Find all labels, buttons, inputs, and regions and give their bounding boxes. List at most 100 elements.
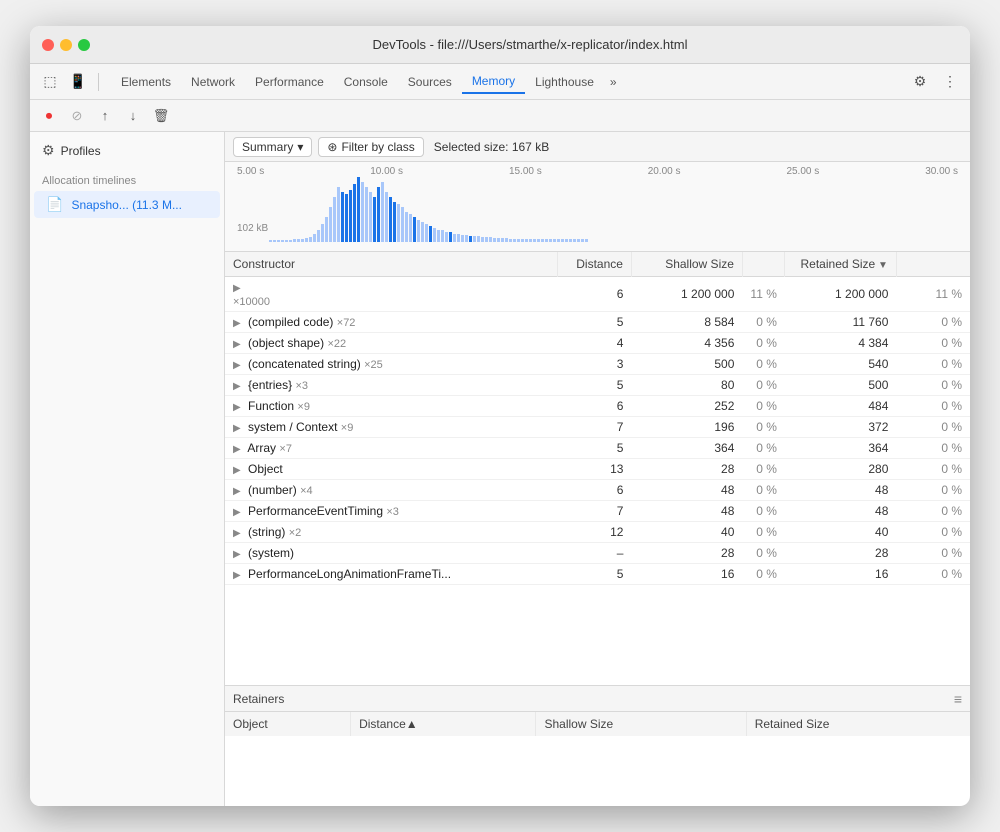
timeline-bar [529,239,532,242]
th-constructor[interactable]: Constructor [225,252,557,277]
cell-distance: 6 [557,480,631,501]
title-bar: DevTools - file:///Users/stmarthe/x-repl… [30,26,970,64]
cell-shallow-pct: 0 % [742,417,784,438]
count-badge: ×25 [364,359,383,371]
summary-dropdown[interactable]: Summary ▾ [233,137,312,157]
collect-garbage-icon[interactable]: 🗑 [150,105,172,127]
expand-arrow-icon[interactable]: ▶ [233,507,241,518]
upload-button[interactable]: ↑ [94,105,116,127]
more-tabs-button[interactable]: » [604,71,623,93]
table-row[interactable]: ▶ (system) – 28 0 % 28 0 % [225,543,970,564]
th-shallow[interactable]: Shallow Size [631,252,742,277]
expand-arrow-icon[interactable]: ▶ [233,465,241,476]
minimize-button[interactable] [60,39,72,51]
timeline-bar [313,234,316,242]
expand-arrow-icon[interactable]: ▶ [233,486,241,497]
cell-constructor: ▶ Array ×7 [225,438,557,459]
more-options-icon[interactable]: ⋮ [938,70,962,94]
th-distance[interactable]: Distance [557,252,631,277]
timeline-bar [349,190,352,242]
stop-button[interactable]: ⊘ [66,105,88,127]
table-row[interactable]: ▶ PerformanceEventTiming ×3 7 48 0 % 48 … [225,501,970,522]
timeline-bars [269,177,958,242]
tab-network[interactable]: Network [181,71,245,93]
device-icon[interactable]: 📱 [66,70,90,94]
table-row[interactable]: ▶ ×10000 6 1 200 000 11 % 1 200 000 11 % [225,277,970,312]
cell-shallow-pct: 0 % [742,564,784,585]
cell-shallow: 48 [631,501,742,522]
timeline-bar [425,224,428,242]
cell-constructor: ▶ (object shape) ×22 [225,333,557,354]
expand-arrow-icon[interactable]: ▶ [233,570,241,581]
table-row[interactable]: ▶ Function ×9 6 252 0 % 484 0 % [225,396,970,417]
retainers-table: Object Distance▲ Shallow Size Retained S… [225,712,970,736]
tab-memory[interactable]: Memory [462,70,525,94]
timeline-bar [329,207,332,242]
table-row[interactable]: ▶ Object 13 28 0 % 280 0 % [225,459,970,480]
table-row[interactable]: ▶ (string) ×2 12 40 0 % 40 0 % [225,522,970,543]
rth-retained[interactable]: Retained Size [746,712,970,736]
table-row[interactable]: ▶ (number) ×4 6 48 0 % 48 0 % [225,480,970,501]
rth-object[interactable]: Object [225,712,351,736]
cell-retained-pct: 0 % [896,522,970,543]
tab-lighthouse[interactable]: Lighthouse [525,71,604,93]
table-row[interactable]: ▶ (concatenated string) ×25 3 500 0 % 54… [225,354,970,375]
cell-retained: 40 [785,522,897,543]
tab-console[interactable]: Console [334,71,398,93]
timeline-bar [465,235,468,242]
filter-button[interactable]: ⊛ Filter by class [318,137,423,157]
table-row[interactable]: ▶ system / Context ×9 7 196 0 % 372 0 % [225,417,970,438]
cell-shallow: 8 584 [631,312,742,333]
table-row[interactable]: ▶ (compiled code) ×72 5 8 584 0 % 11 760… [225,312,970,333]
th-retained[interactable]: Retained Size [785,252,897,277]
expand-arrow-icon[interactable]: ▶ [233,381,241,392]
expand-arrow-icon[interactable]: ▶ [233,402,241,413]
tab-sources[interactable]: Sources [398,71,462,93]
count-badge: ×10000 [233,296,270,308]
download-button[interactable]: ↓ [122,105,144,127]
expand-arrow-icon[interactable]: ▶ [233,318,241,329]
cell-constructor: ▶ (string) ×2 [225,522,557,543]
tab-elements[interactable]: Elements [111,71,181,93]
table-row[interactable]: ▶ Array ×7 5 364 0 % 364 0 % [225,438,970,459]
constructor-name: ×10000 [233,294,549,308]
expand-arrow-icon[interactable]: ▶ [233,283,241,294]
timeline-bar [317,230,320,242]
expand-arrow-icon[interactable]: ▶ [233,444,241,455]
ruler-tick-2: 10.00 s [370,166,403,177]
cell-retained: 280 [785,459,897,480]
tab-performance[interactable]: Performance [245,71,334,93]
table-row[interactable]: ▶ (object shape) ×22 4 4 356 0 % 4 384 0… [225,333,970,354]
inspect-icon[interactable]: ⬚ [38,70,62,94]
close-button[interactable] [42,39,54,51]
cell-retained: 484 [785,396,897,417]
table-section[interactable]: Constructor Distance Shallow Size Retain… [225,252,970,686]
settings-icon[interactable]: ⚙ [908,70,932,94]
timeline-bar [353,184,356,242]
cell-retained: 48 [785,501,897,522]
cell-constructor: ▶ ×10000 [225,277,557,312]
table-row[interactable]: ▶ {entries} ×3 5 80 0 % 500 0 % [225,375,970,396]
expand-arrow-icon[interactable]: ▶ [233,528,241,539]
timeline-bar [369,192,372,242]
expand-arrow-icon[interactable]: ▶ [233,549,241,560]
expand-arrow-icon[interactable]: ▶ [233,360,241,371]
rth-shallow[interactable]: Shallow Size [536,712,746,736]
timeline-bar [289,240,292,242]
table-row[interactable]: ▶ PerformanceLongAnimationFrameTi... 5 1… [225,564,970,585]
expand-arrow-icon[interactable]: ▶ [233,423,241,434]
timeline-bar [489,237,492,242]
ruler-tick-5: 25.00 s [786,166,819,177]
record-button[interactable]: ⏺ [38,105,60,127]
retainers-table-wrap[interactable]: Object Distance▲ Shallow Size Retained S… [225,712,970,806]
sidebar-item-snapshot[interactable]: 📄 Snapsho... (11.3 M... [34,191,220,218]
rth-distance[interactable]: Distance▲ [351,712,536,736]
cell-shallow: 28 [631,459,742,480]
memory-label: 102 kB [237,223,268,234]
maximize-button[interactable] [78,39,90,51]
retainers-menu-icon[interactable]: ≡ [954,691,962,707]
toolbar-separator [98,73,99,91]
cell-shallow: 500 [631,354,742,375]
cell-constructor: ▶ Object [225,459,557,480]
expand-arrow-icon[interactable]: ▶ [233,339,241,350]
